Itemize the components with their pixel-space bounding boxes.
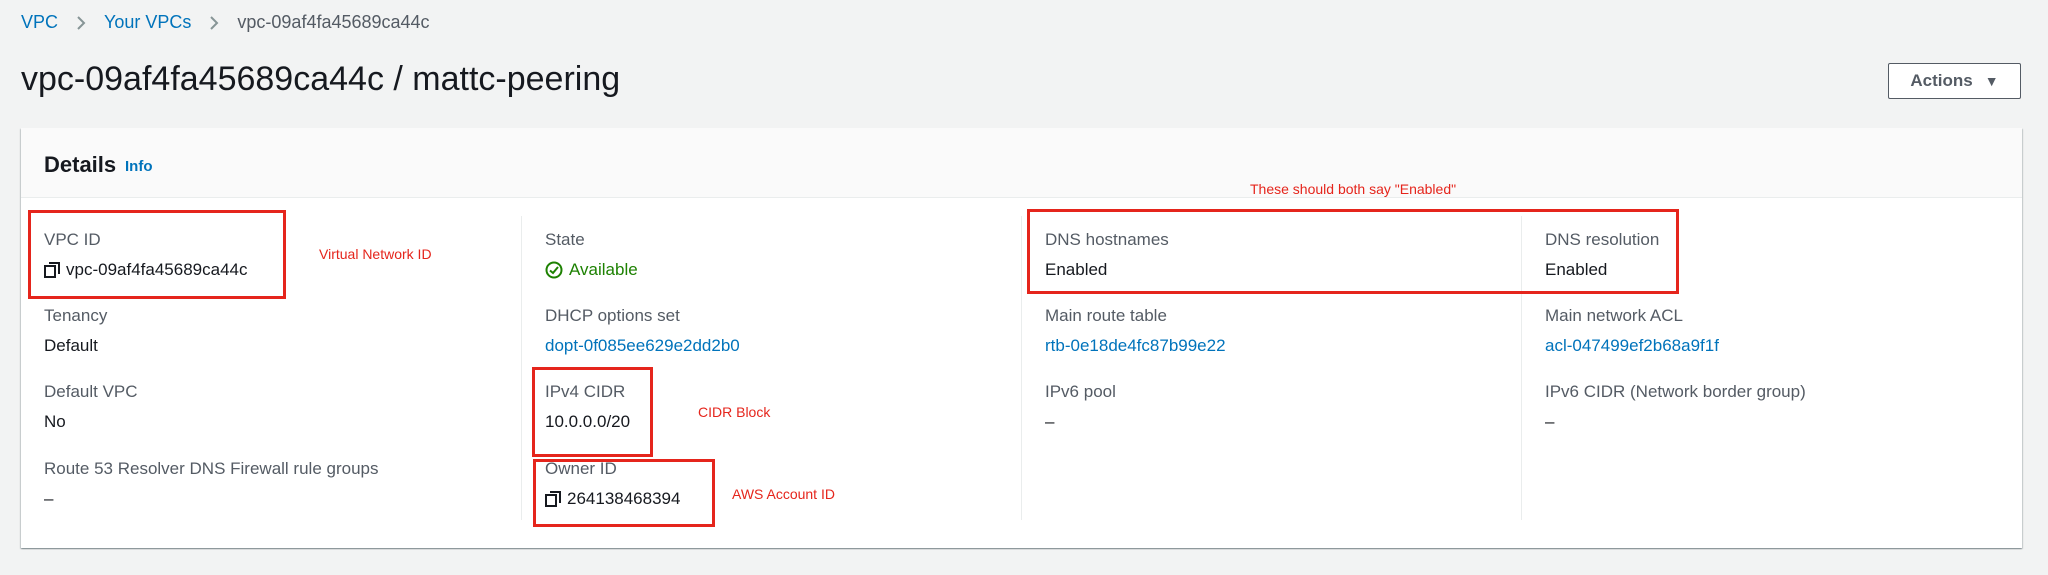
field-default-vpc: Default VPC No: [44, 382, 138, 432]
dhcp-options-link[interactable]: dopt-0f085ee629e2dd2b0: [545, 336, 740, 356]
actions-button-label: Actions: [1910, 71, 1973, 90]
main-network-acl-link[interactable]: acl-047499ef2b68a9f1f: [1545, 336, 1719, 356]
caret-down-icon: ▼: [1984, 73, 1999, 89]
field-value: Available: [545, 260, 638, 280]
details-title: Details: [44, 152, 117, 177]
field-tenancy: Tenancy Default: [44, 306, 107, 356]
field-value: No: [44, 412, 66, 431]
field-label: DHCP options set: [545, 306, 680, 325]
breadcrumb-vpc[interactable]: VPC: [21, 12, 58, 33]
field-label: Default VPC: [44, 382, 138, 401]
field-label: Main route table: [1045, 306, 1167, 325]
field-value: Default: [44, 336, 98, 355]
breadcrumb-your-vpcs[interactable]: Your VPCs: [104, 12, 191, 33]
field-label: IPv6 CIDR (Network border group): [1545, 382, 1806, 401]
field-label: Route 53 Resolver DNS Firewall rule grou…: [44, 459, 379, 478]
field-state: State Available: [545, 230, 638, 280]
breadcrumb-current: vpc-09af4fa45689ca44c: [237, 12, 430, 32]
info-link[interactable]: Info: [125, 158, 153, 175]
field-value: –: [1545, 412, 1555, 431]
annotation-box-dns: [1027, 209, 1679, 294]
main-route-table-link[interactable]: rtb-0e18de4fc87b99e22: [1045, 336, 1226, 356]
actions-button[interactable]: Actions ▼: [1888, 63, 2021, 99]
field-value: –: [44, 489, 54, 508]
field-value: –: [1045, 412, 1055, 431]
field-label: State: [545, 230, 585, 249]
chevron-right-icon: [191, 12, 237, 33]
annotation-dns-note: These should both say "Enabled": [1250, 181, 1457, 197]
annotation-virtual-network-id: Virtual Network ID: [319, 246, 432, 262]
field-ipv6-pool: IPv6 pool –: [1045, 382, 1116, 432]
page-title: vpc-09af4fa45689ca44c / mattc-peering: [21, 60, 621, 98]
annotation-aws-account-id: AWS Account ID: [732, 486, 835, 502]
field-main-route-table: Main route table rtb-0e18de4fc87b99e22: [1045, 306, 1226, 356]
field-label: Tenancy: [44, 306, 108, 325]
annotation-cidr-block: CIDR Block: [698, 404, 771, 420]
field-ipv6-cidr: IPv6 CIDR (Network border group) –: [1545, 382, 1806, 432]
column-divider: [1021, 216, 1022, 520]
annotation-box-vpc-id: [28, 210, 286, 299]
field-dhcp-options: DHCP options set dopt-0f085ee629e2dd2b0: [545, 306, 740, 356]
field-label: IPv6 pool: [1045, 382, 1116, 401]
annotation-box-owner-id: [533, 459, 715, 527]
breadcrumb: VPC Your VPCs vpc-09af4fa45689ca44c: [21, 12, 430, 33]
details-panel: Details Info VPC ID vpc-09af4fa45689ca44…: [21, 128, 2022, 548]
column-divider: [521, 216, 522, 520]
field-label: Main network ACL: [1545, 306, 1683, 325]
details-panel-header: Details Info: [21, 128, 2022, 198]
annotation-box-ipv4-cidr: [532, 367, 653, 457]
state-value: Available: [569, 260, 638, 279]
field-main-network-acl: Main network ACL acl-047499ef2b68a9f1f: [1545, 306, 1719, 356]
chevron-right-icon: [58, 12, 104, 33]
field-route53-firewall: Route 53 Resolver DNS Firewall rule grou…: [44, 459, 378, 509]
status-available-icon: [545, 261, 563, 279]
